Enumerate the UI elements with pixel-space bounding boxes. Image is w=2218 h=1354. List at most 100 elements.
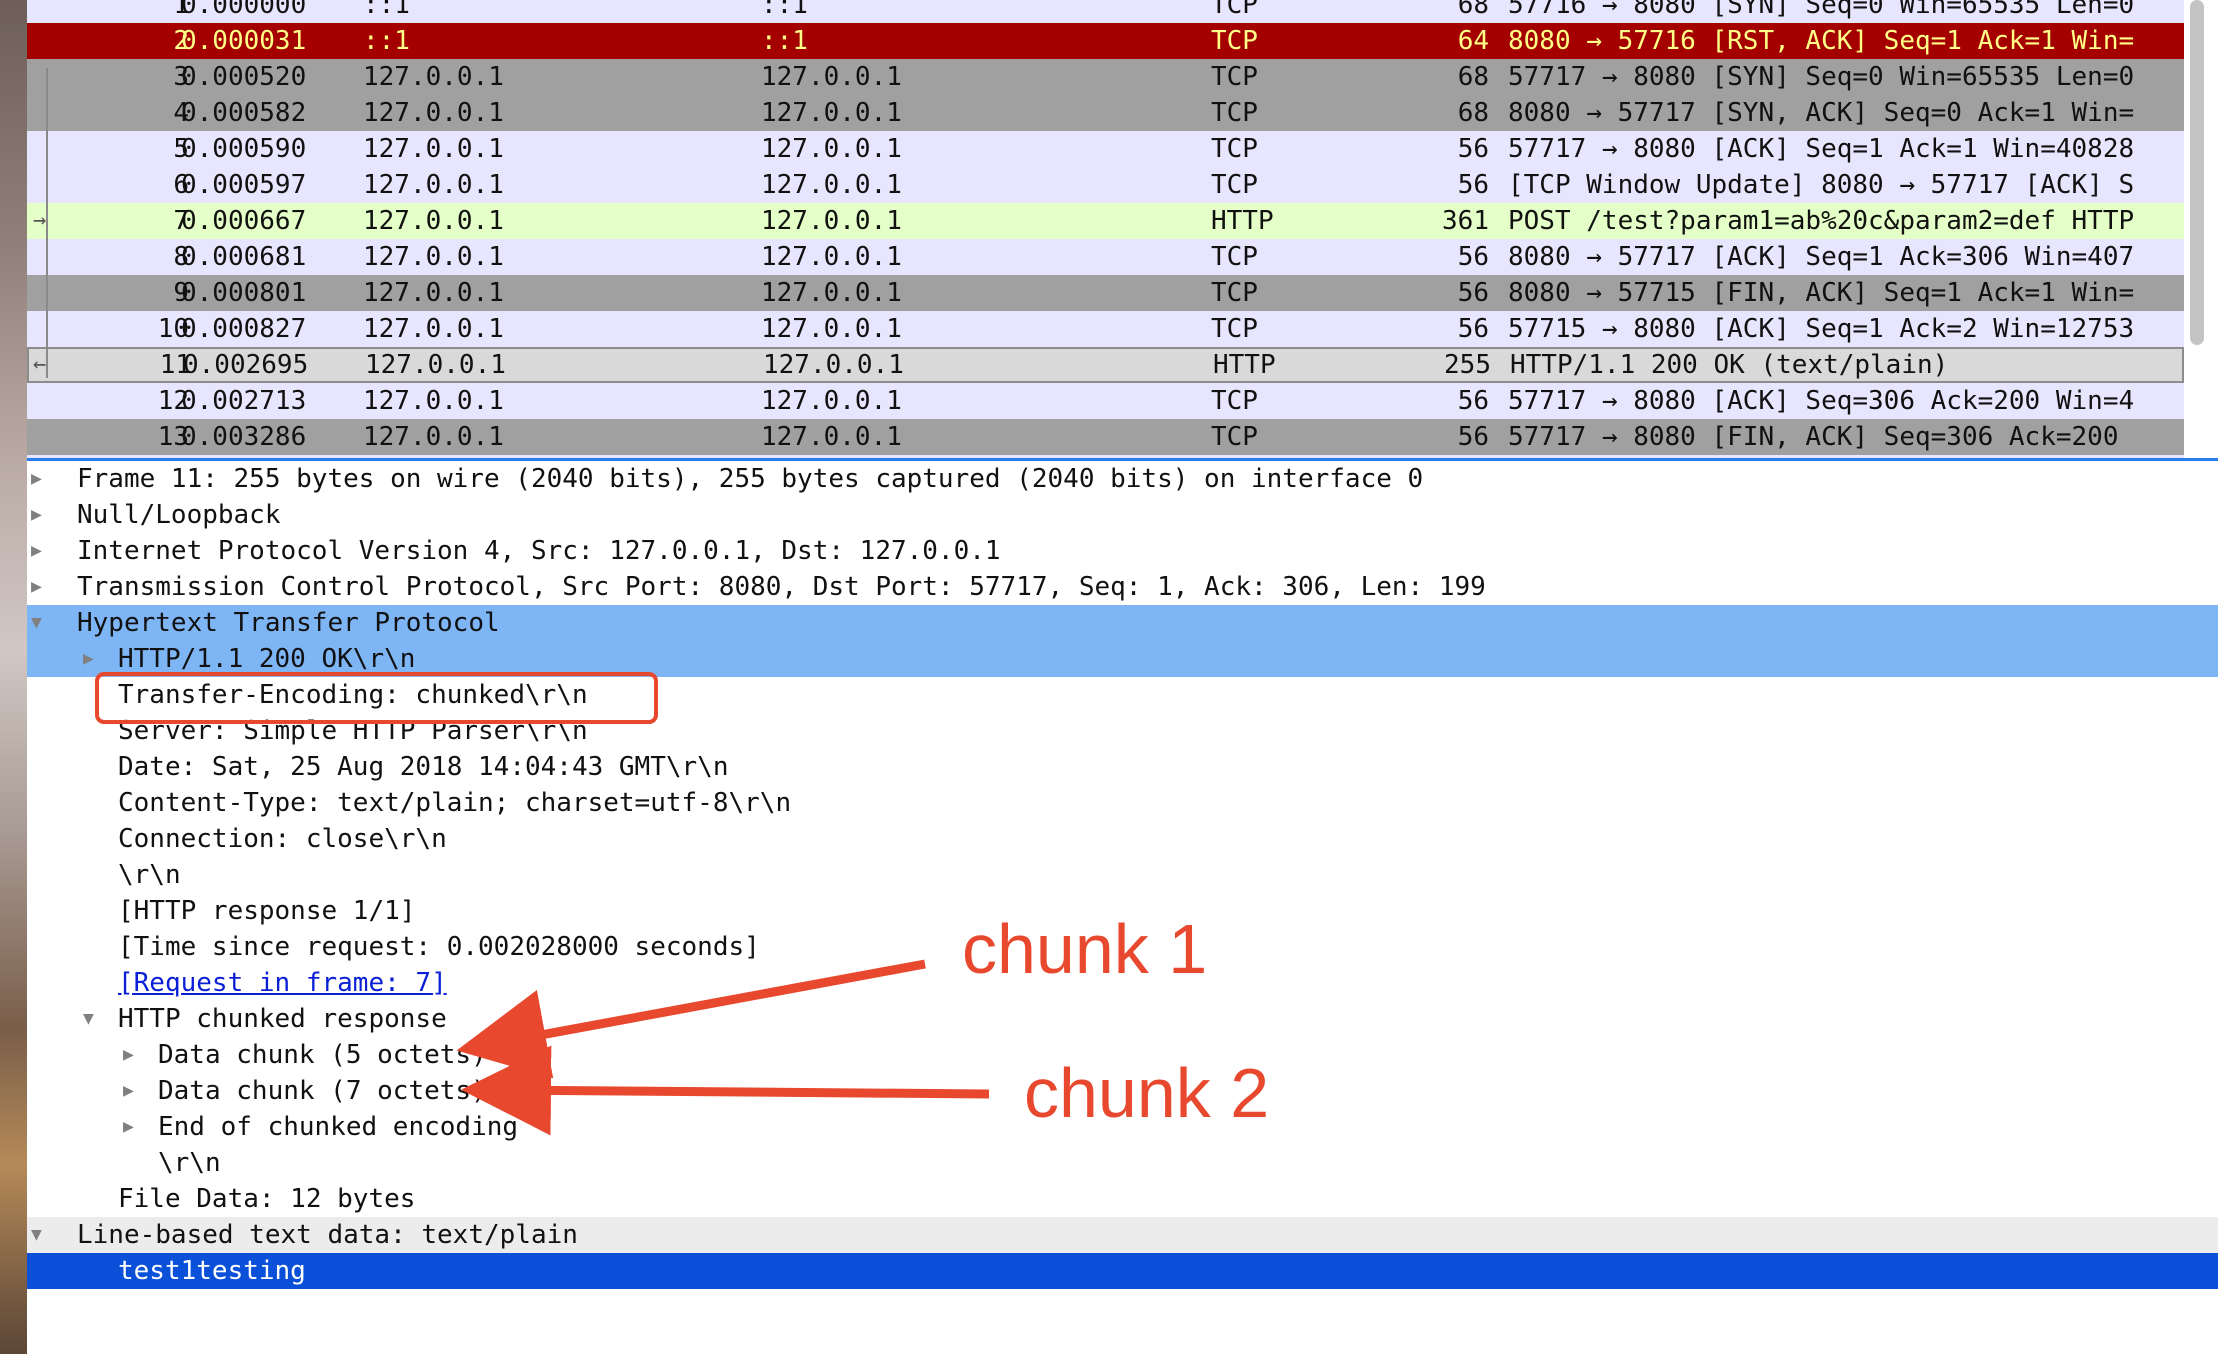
packet-row[interactable]: 4 0.000582 127.0.0.1 127.0.0.1 TCP 68 8080 → 5… — [27, 95, 2184, 131]
tree-item-http[interactable]: ▼ Hypertext Transfer Protocol — [27, 605, 2218, 641]
conversation-bracket-dashed — [46, 308, 48, 352]
packet-number: 4 — [173, 98, 189, 128]
packet-number: 6 — [173, 170, 189, 200]
packet-info: 8080 → 57717 [SYN, ACK] Seq=0 Ack=1 Win= — [1508, 98, 2135, 128]
tree-item-tcp[interactable]: ▶ Transmission Control Protocol, Src Por… — [27, 569, 2218, 605]
packet-info: 8080 → 57715 [FIN, ACK] Seq=1 Ack=1 Win= — [1508, 278, 2135, 308]
packet-protocol: TCP — [1211, 422, 1258, 452]
packet-row[interactable]: 13 0.003286 127.0.0.1 127.0.0.1 TCP 56 57717 →… — [27, 419, 2184, 455]
packet-number: 13 — [157, 422, 189, 452]
packet-protocol: HTTP — [1211, 206, 1274, 236]
packet-destination: 127.0.0.1 — [761, 98, 902, 128]
tree-item-chunk-crlf[interactable]: \r\n — [27, 1145, 2218, 1181]
tree-item-label: [HTTP response 1/1] — [118, 896, 416, 926]
packet-row[interactable]: 6 0.000597 127.0.0.1 127.0.0.1 TCP 56 [TCP Win… — [27, 167, 2184, 203]
packet-source: 127.0.0.1 — [363, 134, 504, 164]
packet-destination: ::1 — [761, 26, 808, 56]
packet-number: 2 — [173, 26, 189, 56]
packet-destination: 127.0.0.1 — [761, 62, 902, 92]
packet-destination: 127.0.0.1 — [761, 134, 902, 164]
packet-number: 9 — [173, 278, 189, 308]
expand-triangle-icon[interactable]: ▶ — [31, 461, 42, 497]
packet-time: 0.000667 — [181, 206, 307, 236]
packet-row[interactable]: 5 0.000590 127.0.0.1 127.0.0.1 TCP 56 57717 → … — [27, 131, 2184, 167]
tree-item-connection[interactable]: Connection: close\r\n — [27, 821, 2218, 857]
tree-item-label: End of chunked encoding — [158, 1112, 519, 1142]
packet-row[interactable]: 12 0.002713 127.0.0.1 127.0.0.1 TCP 56 57717 →… — [27, 383, 2184, 419]
tree-item-line-based-text[interactable]: ▼ Line-based text data: text/plain — [27, 1217, 2218, 1253]
packet-protocol: TCP — [1211, 98, 1258, 128]
packet-info: 57717 → 8080 [ACK] Seq=306 Ack=200 Win=4 — [1508, 386, 2135, 416]
expand-triangle-icon[interactable]: ▶ — [123, 1037, 134, 1073]
packet-list-pane[interactable]: 140.003320127.0.0.1127.0.0.1TCP568080 → … — [27, 0, 2218, 459]
packet-row[interactable]: 10 0.000827 127.0.0.1 127.0.0.1 TCP 56 57715 →… — [27, 311, 2184, 347]
packet-time: 0.000801 — [181, 278, 307, 308]
collapse-triangle-icon[interactable]: ▼ — [31, 605, 42, 641]
tree-item-chunked-response[interactable]: ▼ HTTP chunked response — [27, 1001, 2218, 1037]
tree-item-crlf[interactable]: \r\n — [27, 857, 2218, 893]
packet-length: 361 — [1442, 206, 1489, 236]
packet-time: 0.000031 — [181, 26, 307, 56]
tree-item-text-line-selected[interactable]: test1testing — [27, 1253, 2218, 1289]
request-arrow-icon: → — [33, 208, 47, 233]
packet-list-scrollbar[interactable] — [2190, 0, 2204, 345]
expand-triangle-icon[interactable]: ▶ — [31, 569, 42, 605]
tree-item-frame[interactable]: ▶ Frame 11: 255 bytes on wire (2040 bits… — [27, 461, 2218, 497]
expand-triangle-icon[interactable]: ▶ — [123, 1109, 134, 1145]
packet-source: 127.0.0.1 — [363, 386, 504, 416]
packet-row[interactable]: 9 0.000801 127.0.0.1 127.0.0.1 TCP 56 8080 → 5… — [27, 275, 2184, 311]
packet-destination: 127.0.0.1 — [761, 170, 902, 200]
packet-row[interactable]: 3 0.000520 127.0.0.1 127.0.0.1 TCP 68 57717 → … — [27, 59, 2184, 95]
packet-protocol: TCP — [1211, 170, 1258, 200]
packet-time: 0.002713 — [181, 386, 307, 416]
packet-destination: 127.0.0.1 — [763, 350, 904, 380]
tree-item-ip[interactable]: ▶ Internet Protocol Version 4, Src: 127.… — [27, 533, 2218, 569]
packet-source: 127.0.0.1 — [363, 314, 504, 344]
packet-number: 12 — [157, 386, 189, 416]
packet-length: 68 — [1457, 62, 1489, 92]
packet-time: 0.000520 — [181, 62, 307, 92]
tree-item-label: Date: Sat, 25 Aug 2018 14:04:43 GMT\r\n — [118, 752, 729, 782]
packet-info: 57717 → 8080 [SYN] Seq=0 Win=65535 Len=0 — [1508, 62, 2135, 92]
packet-info: HTTP/1.1 200 OK (text/plain) — [1510, 350, 1949, 380]
collapse-triangle-icon[interactable]: ▼ — [31, 1217, 42, 1253]
desktop-background — [0, 0, 27, 1354]
packet-row[interactable]: 2 0.000031::1::1 TCP 64 8080 → 57716 [RST, A… — [27, 23, 2184, 59]
tree-item-null-loopback[interactable]: ▶ Null/Loopback — [27, 497, 2218, 533]
expand-triangle-icon[interactable]: ▶ — [31, 497, 42, 533]
tree-item-date[interactable]: Date: Sat, 25 Aug 2018 14:04:43 GMT\r\n — [27, 749, 2218, 785]
packet-destination: 127.0.0.1 — [761, 242, 902, 272]
expand-triangle-icon[interactable]: ▶ — [123, 1073, 134, 1109]
packet-row[interactable]: 8 0.000681 127.0.0.1 127.0.0.1 TCP 56 8080 → 5… — [27, 239, 2184, 275]
packet-number: 8 — [173, 242, 189, 272]
packet-protocol: TCP — [1211, 386, 1258, 416]
packet-length: 56 — [1457, 278, 1489, 308]
tree-item-label: Line-based text data: text/plain — [77, 1220, 578, 1250]
request-in-frame-link[interactable]: [Request in frame: 7] — [118, 965, 447, 1001]
collapse-triangle-icon[interactable]: ▼ — [83, 1001, 94, 1037]
packet-row[interactable]: 7 0.000667 127.0.0.1 127.0.0.1 HTTP 361 POST /… — [27, 203, 2184, 239]
expand-triangle-icon[interactable]: ▶ — [31, 533, 42, 569]
packet-length: 56 — [1457, 134, 1489, 164]
expand-triangle-icon[interactable]: ▶ — [83, 641, 94, 677]
packet-info: 57717 → 8080 [ACK] Seq=1 Ack=1 Win=40828 — [1508, 134, 2135, 164]
packet-protocol: TCP — [1211, 134, 1258, 164]
tree-item-label: Internet Protocol Version 4, Src: 127.0.… — [77, 536, 1001, 566]
packet-length: 255 — [1444, 350, 1491, 380]
packet-number: 1 — [173, 0, 189, 20]
tree-item-label: Data chunk (5 octets) — [158, 1040, 487, 1070]
chunk2-label: chunk 2 — [1024, 1054, 1270, 1132]
packet-length: 56 — [1457, 314, 1489, 344]
packet-number: 5 — [173, 134, 189, 164]
tree-item-content-type[interactable]: Content-Type: text/plain; charset=utf-8\… — [27, 785, 2218, 821]
tree-item-file-data[interactable]: File Data: 12 bytes — [27, 1181, 2218, 1217]
packet-length: 68 — [1457, 0, 1489, 20]
packet-time: 0.000590 — [181, 134, 307, 164]
tree-item-label: \r\n — [118, 860, 181, 890]
packet-destination: 127.0.0.1 — [761, 386, 902, 416]
packet-row[interactable]: 11 0.002695 127.0.0.1 127.0.0.1 HTTP 255 HTTP/… — [27, 347, 2184, 383]
packet-details-pane[interactable]: ▶ Frame 11: 255 bytes on wire (2040 bits… — [27, 461, 2218, 1354]
tree-item-label: Content-Type: text/plain; charset=utf-8\… — [118, 788, 792, 818]
response-arrow-icon: ← — [33, 352, 47, 377]
packet-row[interactable]: 1 0.000000::1::1 TCP 68 57716 → 8080 [SYN] S… — [27, 0, 2184, 23]
